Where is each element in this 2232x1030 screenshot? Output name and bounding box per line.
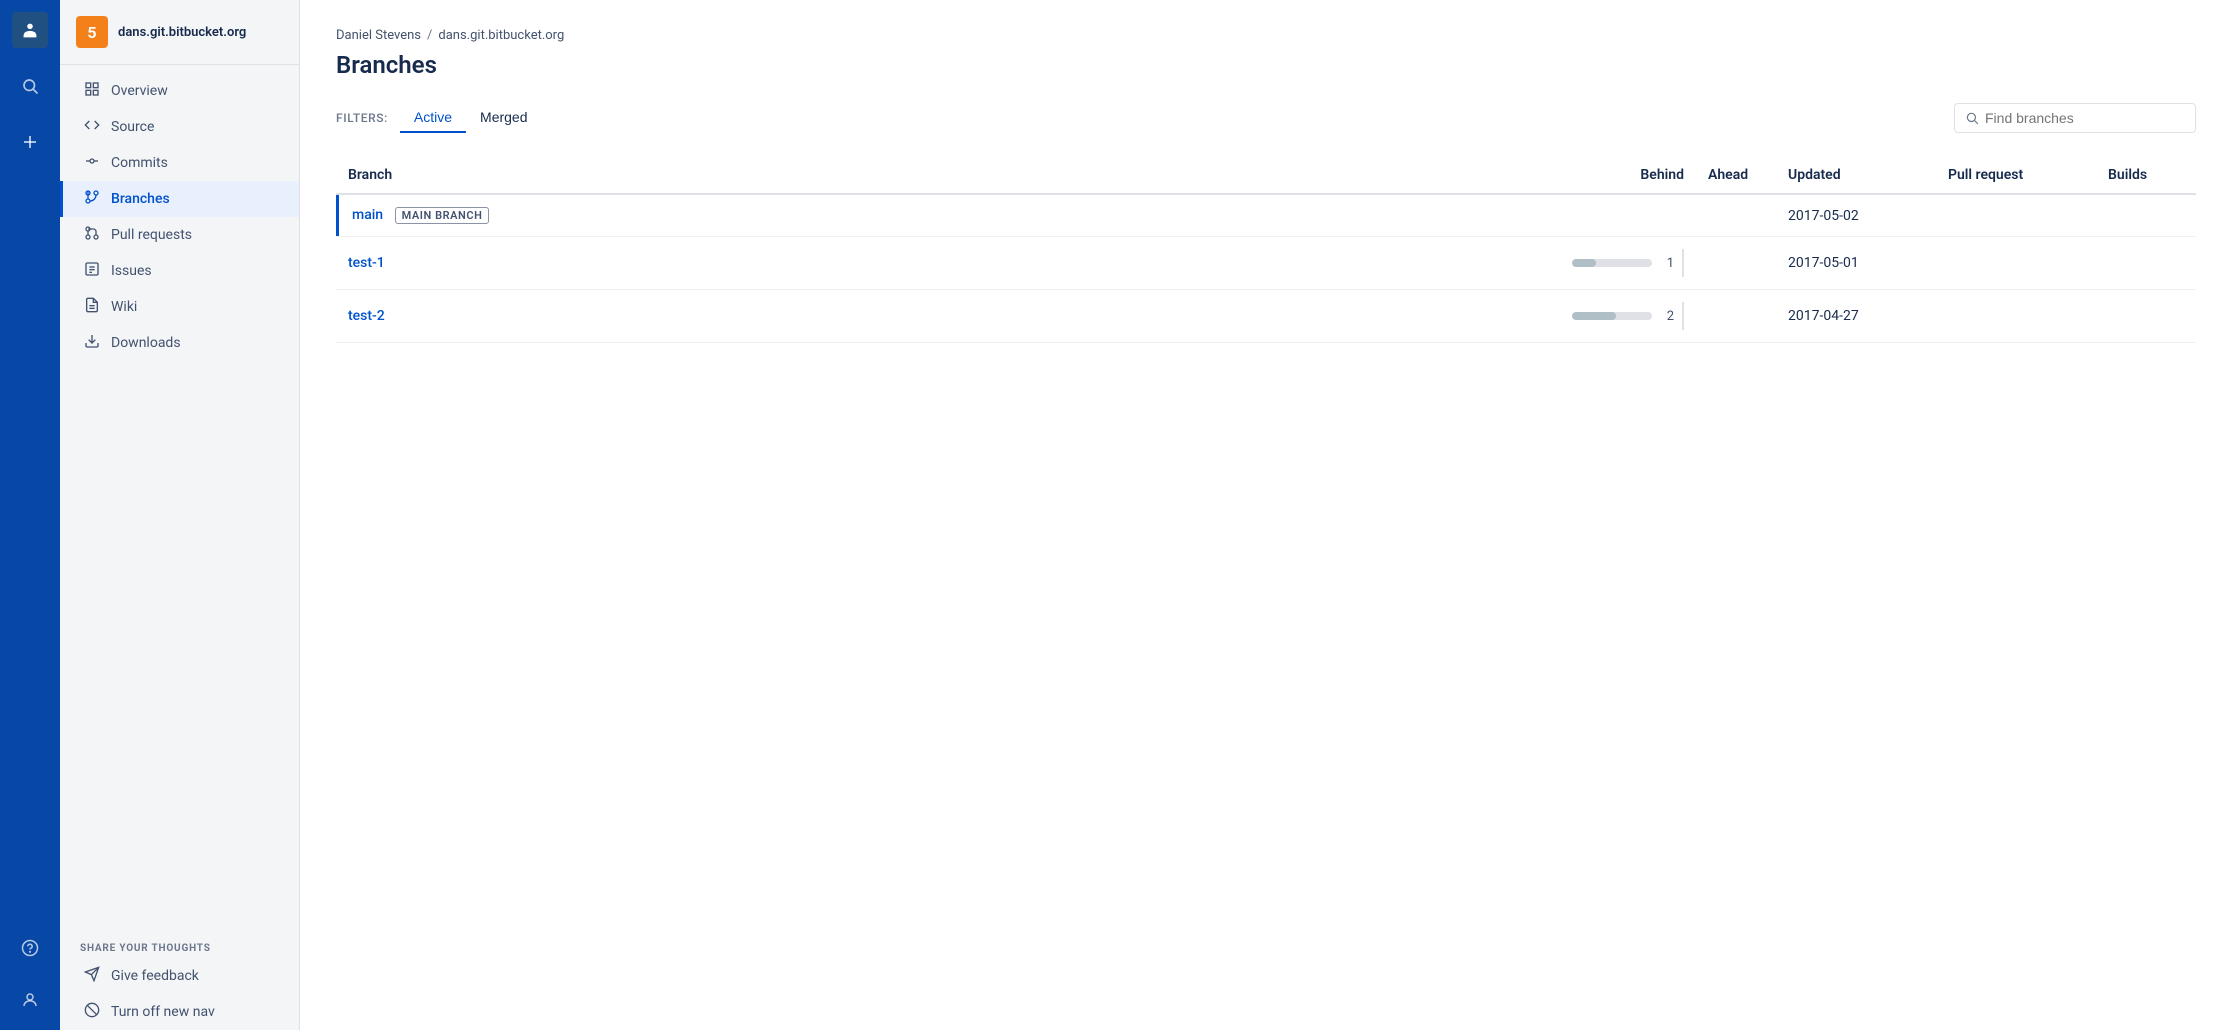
sidebar-item-issues[interactable]: Issues (60, 253, 299, 289)
col-builds: Builds (2096, 157, 2196, 194)
search-nav-icon[interactable] (12, 68, 48, 104)
ahead-cell-main (1696, 194, 1776, 237)
branches-icon (83, 189, 101, 209)
branches-label: Branches (111, 191, 170, 207)
behind-cell-test2: 2 (1516, 290, 1696, 343)
user-nav-icon[interactable] (12, 982, 48, 1018)
updated-cell-main: 2017-05-02 (1776, 194, 1936, 237)
breadcrumb-repo[interactable]: dans.git.bitbucket.org (438, 28, 564, 43)
table-row: test-2 2 2017-04-27 (336, 290, 2196, 343)
turn-off-nav-label: Turn off new nav (111, 1004, 215, 1020)
repo-icon: 5 (76, 16, 108, 48)
filters-bar: FILTERS: Active Merged (336, 103, 2196, 133)
commits-label: Commits (111, 155, 168, 171)
branch-link-main[interactable]: main (352, 207, 383, 223)
behind-cell-main (1516, 194, 1696, 237)
global-nav (0, 0, 60, 1030)
issues-label: Issues (111, 263, 152, 279)
overview-label: Overview (111, 83, 168, 99)
ahead-cell-test2 (1696, 290, 1776, 343)
repo-header: 5 dans.git.bitbucket.org (60, 0, 299, 65)
main-content: Daniel Stevens / dans.git.bitbucket.org … (300, 0, 2232, 1030)
filters-label: FILTERS: (336, 111, 388, 125)
pull-requests-icon (83, 225, 101, 245)
sidebar-item-commits[interactable]: Commits (60, 145, 299, 181)
repo-name: dans.git.bitbucket.org (118, 25, 246, 40)
table-row: test-1 1 2017-05-01 (336, 237, 2196, 290)
col-pull-request: Pull request (1936, 157, 2096, 194)
help-nav-icon[interactable] (12, 930, 48, 966)
turn-off-nav-icon (83, 1002, 101, 1022)
sidebar-item-branches[interactable]: Branches (60, 181, 299, 217)
share-section: SHARE YOUR THOUGHTS Give feedback Turn o… (60, 927, 299, 1030)
breadcrumb-user[interactable]: Daniel Stevens (336, 28, 421, 43)
find-branches-search (1954, 103, 2196, 133)
sidebar: 5 dans.git.bitbucket.org Overview Source (60, 0, 300, 1030)
create-nav-icon[interactable] (12, 124, 48, 160)
page-title: Branches (336, 51, 2196, 79)
sidebar-item-overview[interactable]: Overview (60, 73, 299, 109)
pr-cell-test1 (1936, 237, 2096, 290)
col-behind: Behind (1516, 157, 1696, 194)
col-ahead: Ahead (1696, 157, 1776, 194)
col-updated: Updated (1776, 157, 1936, 194)
filters-left: FILTERS: Active Merged (336, 103, 542, 133)
downloads-label: Downloads (111, 335, 181, 351)
behind-cell-test1: 1 (1516, 237, 1696, 290)
give-feedback-icon (83, 966, 101, 986)
wiki-label: Wiki (111, 299, 137, 315)
pull-requests-label: Pull requests (111, 227, 192, 243)
builds-cell-main (2096, 194, 2196, 237)
updated-cell-test2: 2017-04-27 (1776, 290, 1936, 343)
pr-cell-test2 (1936, 290, 2096, 343)
sidebar-item-wiki[interactable]: Wiki (60, 289, 299, 325)
issues-icon (83, 261, 101, 281)
sidebar-nav: Overview Source Commits (60, 65, 299, 927)
give-feedback-label: Give feedback (111, 968, 199, 984)
main-branch-badge: MAIN BRANCH (395, 207, 490, 224)
source-label: Source (111, 119, 154, 135)
ahead-cell-test1 (1696, 237, 1776, 290)
commits-icon (83, 153, 101, 173)
sidebar-item-pull-requests[interactable]: Pull requests (60, 217, 299, 253)
search-icon (1965, 111, 1979, 125)
branch-link-test1[interactable]: test-1 (348, 255, 385, 271)
sidebar-item-turn-off-nav[interactable]: Turn off new nav (60, 994, 299, 1030)
downloads-icon (83, 333, 101, 353)
branches-table: Branch Behind Ahead Updated Pull request… (336, 157, 2196, 343)
share-section-title: SHARE YOUR THOUGHTS (60, 927, 299, 958)
branch-link-test2[interactable]: test-2 (348, 308, 385, 324)
sidebar-item-source[interactable]: Source (60, 109, 299, 145)
sidebar-item-downloads[interactable]: Downloads (60, 325, 299, 361)
overview-icon (83, 81, 101, 101)
breadcrumb-sep: / (427, 28, 432, 43)
col-branch: Branch (336, 157, 1516, 194)
source-icon (83, 117, 101, 137)
wiki-icon (83, 297, 101, 317)
global-logo[interactable] (12, 12, 48, 48)
breadcrumb: Daniel Stevens / dans.git.bitbucket.org (336, 28, 2196, 43)
find-branches-input[interactable] (1985, 110, 2185, 126)
updated-cell-test1: 2017-05-01 (1776, 237, 1936, 290)
sidebar-item-give-feedback[interactable]: Give feedback (60, 958, 299, 994)
table-row: main MAIN BRANCH 2017-05-02 (336, 194, 2196, 237)
builds-cell-test2 (2096, 290, 2196, 343)
filter-active-btn[interactable]: Active (400, 103, 466, 133)
filter-merged-btn[interactable]: Merged (466, 103, 541, 133)
builds-cell-test1 (2096, 237, 2196, 290)
pr-cell-main (1936, 194, 2096, 237)
